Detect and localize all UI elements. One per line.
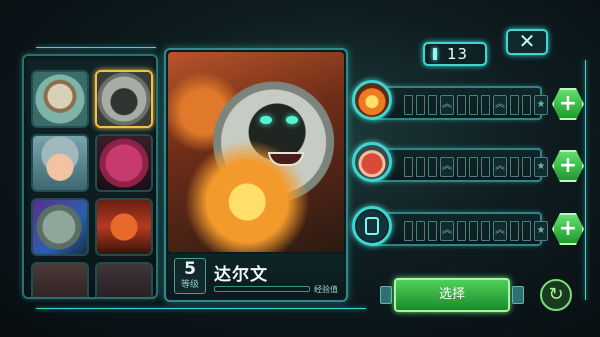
brain-monster-portrait-icon: [97, 136, 151, 190]
level-label: 等级: [180, 280, 199, 290]
skill-pip: [404, 221, 413, 241]
skill-row-1: ︽ ︽ ★: [348, 78, 548, 122]
skill-pip: [416, 221, 425, 241]
hero-name-bar: 5 等级 达尔文 经验值: [168, 254, 344, 298]
skill-pips: ︽ ︽ ★: [404, 221, 548, 241]
hero-card: 5 等级 达尔文 经验值: [164, 48, 348, 302]
skill-pip: [510, 95, 519, 115]
counter-badge: 13: [423, 42, 487, 66]
star-pip-icon: ★: [534, 157, 548, 177]
hero-portrait-partial-1[interactable]: [31, 262, 89, 297]
hero-portrait-partial-2[interactable]: [95, 262, 153, 297]
hero-portrait-girl[interactable]: [31, 134, 89, 192]
skill-pip: [522, 95, 531, 115]
skill-pip: [416, 95, 425, 115]
chevron-pip-icon: ︽: [440, 95, 454, 115]
skill-pip: [428, 157, 437, 177]
skill-pip: [416, 157, 425, 177]
skill-pip: [481, 157, 490, 177]
hero-portrait-robot[interactable]: [95, 198, 153, 256]
skill-pip: [457, 221, 466, 241]
frame-line-bottom: [36, 308, 366, 309]
robot-glyph-icon: [365, 217, 379, 235]
hero-name: 达尔文: [214, 265, 268, 285]
skill-pip: [404, 95, 413, 115]
hero-portrait-gorilla[interactable]: [95, 70, 153, 128]
hero-mouth: [268, 152, 304, 166]
partial-portrait-icon: [33, 264, 87, 297]
select-hero-button[interactable]: 选择: [394, 278, 510, 312]
hero-artwork: [168, 52, 344, 252]
fire-fist-icon[interactable]: [352, 80, 392, 120]
gorilla-portrait-icon: [97, 72, 151, 126]
close-button[interactable]: ✕: [506, 29, 548, 55]
skill-pip: [481, 221, 490, 241]
hero-roster[interactable]: [22, 54, 158, 299]
upgrade-skill-1-button[interactable]: +: [552, 88, 584, 120]
skill-pip: [457, 157, 466, 177]
upgrade-skill-3-button[interactable]: +: [552, 213, 584, 245]
select-right-cap: [512, 286, 524, 304]
skill-pips: ︽ ︽ ★: [404, 157, 548, 177]
xp-bar: [214, 286, 310, 292]
partial-portrait-icon: [97, 264, 151, 297]
skill-pip: [428, 221, 437, 241]
star-pip-icon: ★: [534, 95, 548, 115]
frame-line-right: [585, 60, 586, 300]
chevron-pip-icon: ︽: [440, 221, 454, 241]
level-value: 5: [184, 259, 196, 279]
skill-pip: [457, 95, 466, 115]
skill-pip: [469, 221, 478, 241]
skill-pip: [510, 221, 519, 241]
counter-bar-icon: [433, 48, 437, 60]
robot-portrait-icon: [97, 200, 151, 254]
rock-golem-portrait-icon: [33, 200, 87, 254]
level-badge: 5 等级: [174, 258, 206, 294]
frame-line-top: [36, 47, 156, 48]
girl-portrait-icon: [33, 136, 87, 190]
skill-pip: [469, 95, 478, 115]
select-left-cap: [380, 286, 392, 304]
skill-pip: [522, 221, 531, 241]
punch-icon[interactable]: [352, 142, 392, 182]
hero-portrait-rock-golem[interactable]: [31, 198, 89, 256]
chevron-pip-icon: ︽: [493, 221, 507, 241]
xp-label: 经验值: [314, 285, 338, 294]
skill-row-3: ︽ ︽ ★: [348, 204, 548, 248]
astronaut-portrait-icon: [33, 72, 87, 126]
skill-pip: [522, 157, 531, 177]
skill-pip: [469, 157, 478, 177]
skill-pip: [428, 95, 437, 115]
hero-portrait-brain-monster[interactable]: [95, 134, 153, 192]
roster-grid: [31, 70, 153, 297]
skill-pip: [510, 157, 519, 177]
upgrade-skill-2-button[interactable]: +: [552, 150, 584, 182]
skill-pips: ︽ ︽ ★: [404, 95, 548, 115]
hero-portrait-astronaut[interactable]: [31, 70, 89, 128]
refresh-button[interactable]: ↻: [540, 279, 572, 311]
robot-icon[interactable]: [352, 206, 392, 246]
chevron-pip-icon: ︽: [493, 157, 507, 177]
counter-value: 13: [447, 45, 469, 63]
star-pip-icon: ★: [534, 221, 548, 241]
skill-pip: [404, 157, 413, 177]
hero-eyes: [260, 116, 298, 126]
chevron-pip-icon: ︽: [493, 95, 507, 115]
skill-pip: [481, 95, 490, 115]
skill-row-2: ︽ ︽ ★: [348, 140, 548, 184]
chevron-pip-icon: ︽: [440, 157, 454, 177]
